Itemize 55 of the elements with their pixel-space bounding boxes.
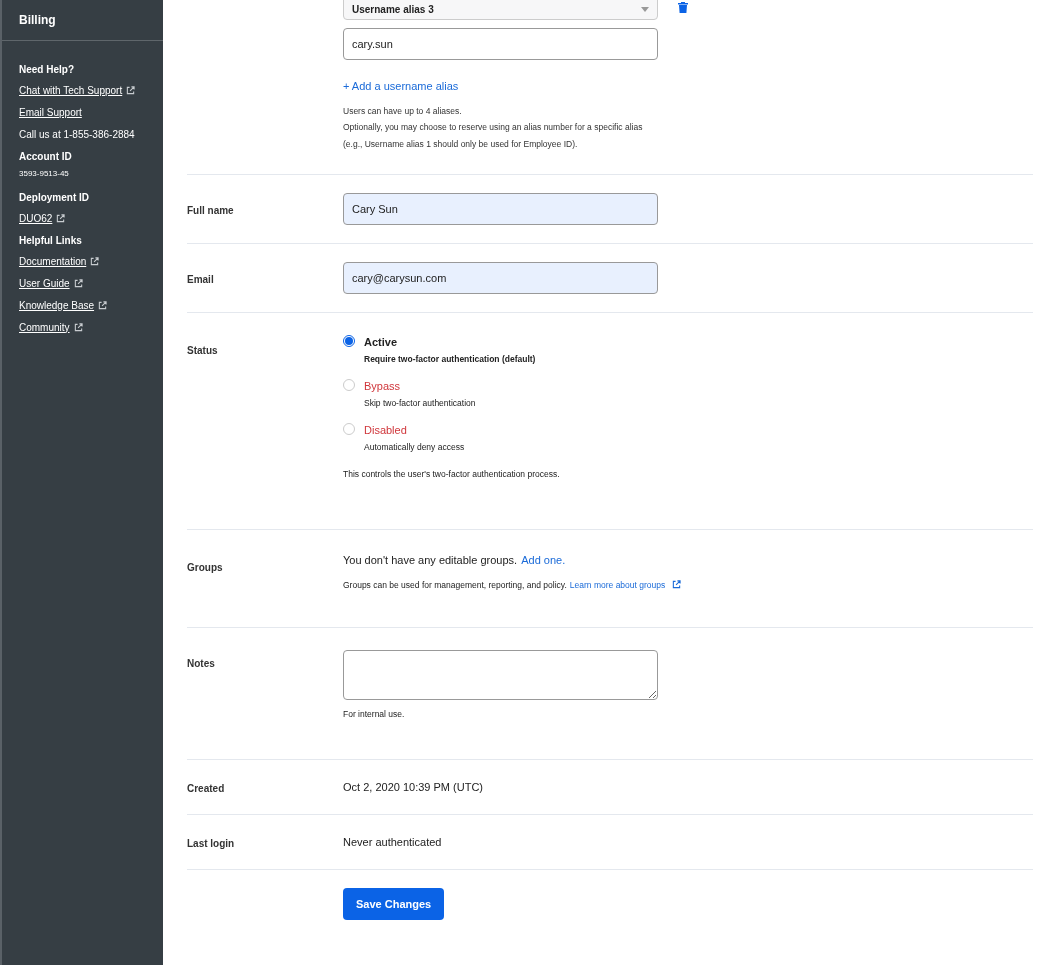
field-label: Groups xyxy=(187,562,223,573)
sidebar-link[interactable]: Email Support xyxy=(19,104,82,120)
sidebar-heading: Helpful Links xyxy=(19,234,83,248)
caret-icon xyxy=(641,6,649,12)
add-group-link[interactable]: Add one. xyxy=(521,552,566,569)
radio-label[interactable]: Disabled xyxy=(364,422,465,437)
sidebar-link[interactable]: Documentation xyxy=(19,253,87,269)
external-link-icon xyxy=(56,213,66,223)
save-button[interactable]: Save Changes xyxy=(343,888,445,920)
sidebar-heading: Deployment ID xyxy=(19,191,90,205)
radio-button[interactable] xyxy=(343,335,355,347)
external-link-icon xyxy=(73,322,83,332)
sidebar-link[interactable]: User Guide xyxy=(19,275,70,291)
field-value: Never authenticated xyxy=(343,834,442,850)
radio-label[interactable]: Active xyxy=(364,335,536,349)
field-value: Oct 2, 2020 10:39 PM (UTC) xyxy=(343,779,483,795)
option-description: Skip two-factor authentication xyxy=(364,396,476,410)
sidebar-text: 3593-9513-45 xyxy=(19,168,70,180)
sidebar-link[interactable]: Community xyxy=(19,319,70,335)
field-label: Notes xyxy=(187,658,215,669)
external-link-icon xyxy=(126,85,136,95)
trash-icon[interactable] xyxy=(678,2,688,13)
help-text: For internal use. xyxy=(343,708,406,721)
alias-input[interactable]: cary.sun xyxy=(343,28,658,60)
field-label: Last login xyxy=(187,838,235,849)
text-input[interactable]: Cary Sun xyxy=(343,193,658,225)
option-description: Require two-factor authentication (default) xyxy=(364,353,536,366)
sidebar-link[interactable]: Knowledge Base xyxy=(19,297,95,313)
external-link-icon xyxy=(672,580,682,590)
text-input[interactable]: cary@carysun.com xyxy=(343,262,658,294)
notes-textarea[interactable] xyxy=(343,650,658,700)
groups-message: You don't have any editable groups. xyxy=(343,553,518,568)
sidebar-text: Call us at 1-855-386-2884 xyxy=(19,127,136,142)
sidebar-title[interactable]: Billing xyxy=(19,11,56,29)
radio-label[interactable]: Bypass xyxy=(364,378,476,393)
field-label: Email xyxy=(187,274,214,285)
sidebar-heading: Need Help? xyxy=(19,63,75,77)
help-text: (e.g., Username alias 1 should only be used for Employee ID). xyxy=(343,138,579,151)
add-alias-link[interactable]: + Add a username alias xyxy=(343,78,688,95)
external-link-icon xyxy=(73,278,83,288)
sidebar-link[interactable]: DUO62 xyxy=(19,210,53,226)
help-text: Groups can be used for management, reporting, and policy. xyxy=(343,578,567,592)
sidebar-link[interactable]: Chat with Tech Support xyxy=(19,82,123,98)
field-label: Status xyxy=(187,345,218,356)
external-link-icon xyxy=(98,300,108,310)
option-description: Automatically deny access xyxy=(364,440,465,454)
help-text: Optionally, you may choose to reserve using an alias number for a specific alias xyxy=(343,121,644,134)
learn-more-link[interactable]: Learn more about groups xyxy=(569,578,666,592)
field-label: Full name xyxy=(187,205,234,216)
alias-select[interactable]: Username alias 3 xyxy=(343,0,658,20)
help-text: Users can have up to 4 aliases. xyxy=(343,104,463,118)
field-label: Created xyxy=(187,783,225,794)
external-link-icon xyxy=(90,256,100,266)
sidebar-heading: Account ID xyxy=(19,150,73,164)
help-text: This controls the user's two-factor authentication process. xyxy=(343,468,560,481)
